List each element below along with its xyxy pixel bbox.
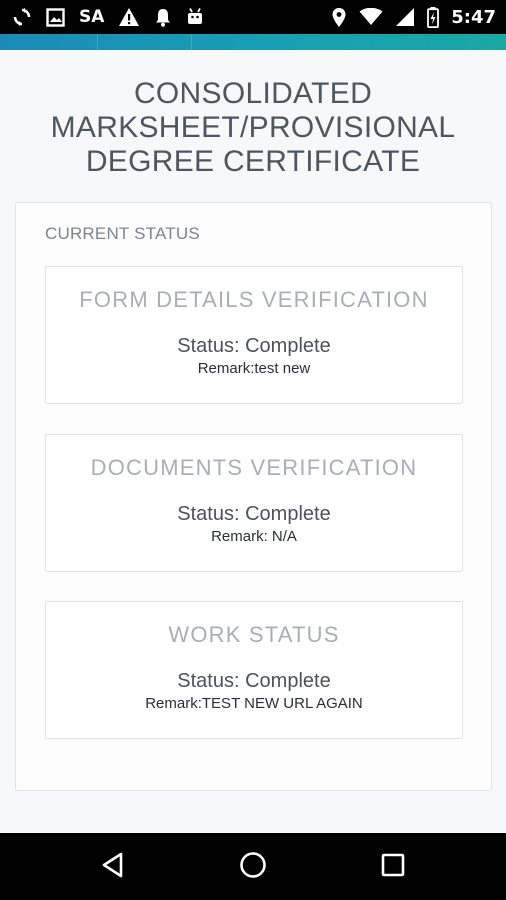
signal-icon xyxy=(395,6,415,28)
image-icon xyxy=(46,6,65,28)
app-accent-bar xyxy=(0,34,506,50)
page-title-line: DEGREE CERTIFICATE xyxy=(85,145,421,178)
clock-time: 5:47 xyxy=(451,6,496,28)
carrier-text: SA xyxy=(79,7,105,27)
android-icon xyxy=(186,6,204,28)
step-card-work-status: WORK STATUS Status: Complete Remark:TEST… xyxy=(45,601,463,739)
accent-divider xyxy=(191,34,192,50)
battery-icon xyxy=(427,6,440,28)
step-title: FORM DETAILS VERIFICATION xyxy=(79,287,429,312)
accent-divider xyxy=(97,34,98,50)
home-icon xyxy=(239,851,267,883)
back-icon xyxy=(101,852,125,882)
page-title: CONSOLIDATED MARKSHEET/PROVISIONAL DEGRE… xyxy=(20,77,486,179)
wifi-icon xyxy=(359,6,383,28)
status-bar-left: SA xyxy=(12,0,204,34)
main-content: CONSOLIDATED MARKSHEET/PROVISIONAL DEGRE… xyxy=(0,50,506,833)
step-status: Status: Complete xyxy=(177,335,331,357)
current-status-card: CURRENT STATUS FORM DETAILS VERIFICATION… xyxy=(15,202,492,791)
step-remark: Remark: N/A xyxy=(211,528,297,545)
home-button[interactable] xyxy=(203,833,303,900)
recents-icon xyxy=(381,853,405,881)
status-bar-right: 5:47 xyxy=(331,0,496,34)
sync-icon xyxy=(12,6,32,28)
page-title-line: CONSOLIDATED xyxy=(133,77,373,110)
bell-icon xyxy=(154,6,172,28)
page-title-line: MARKSHEET/PROVISIONAL xyxy=(50,111,456,144)
current-status-heading: CURRENT STATUS xyxy=(45,224,200,243)
step-remark: Remark:test new xyxy=(197,360,311,377)
step-status: Status: Complete xyxy=(177,670,331,692)
step-title: DOCUMENTS VERIFICATION xyxy=(90,455,418,480)
back-button[interactable] xyxy=(63,833,163,900)
location-icon xyxy=(331,6,347,28)
warning-icon xyxy=(118,6,140,28)
status-bar: SA 5:47 xyxy=(0,0,506,34)
recents-button[interactable] xyxy=(343,833,443,900)
navigation-bar xyxy=(0,833,506,900)
step-remark: Remark:TEST NEW URL AGAIN xyxy=(145,695,363,712)
step-card-form-details: FORM DETAILS VERIFICATION Status: Comple… xyxy=(45,266,463,404)
step-card-documents: DOCUMENTS VERIFICATION Status: Complete … xyxy=(45,434,463,572)
step-title: WORK STATUS xyxy=(168,622,340,647)
step-status: Status: Complete xyxy=(177,503,331,525)
